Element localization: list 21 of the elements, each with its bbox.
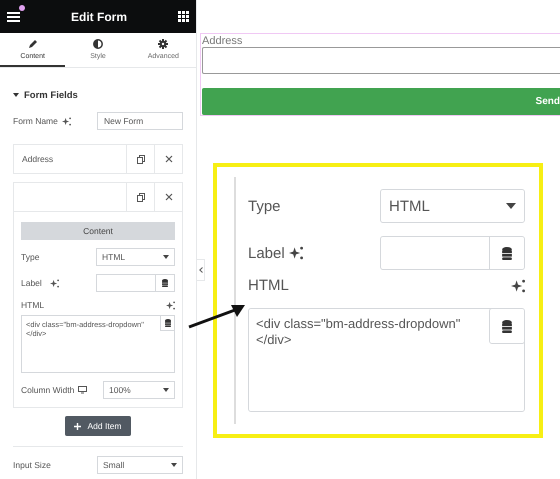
field-label: Form Name [13,116,58,126]
field-label: HTML [248,277,289,294]
type-select[interactable]: HTML [96,248,175,266]
field-label: Type [21,252,40,262]
html-textarea[interactable]: <div class="bm-address-dropdown" </div> [248,308,525,412]
input-size-select[interactable]: Small [97,456,183,474]
repeater-item-title[interactable]: Address [22,154,54,164]
content-tab[interactable]: Content [21,222,175,240]
column-width-select[interactable]: 100% [103,381,175,399]
field-label: Label [21,278,42,288]
field-label: Address [202,35,244,47]
panel-title: Edit Form [71,10,127,24]
field-label: HTML [21,300,44,310]
type-select[interactable]: HTML [380,189,525,223]
add-item-button[interactable]: Add Item [65,416,131,436]
section-toggle[interactable]: Form Fields [13,89,183,101]
form-name-input[interactable]: New Form [97,112,183,130]
field-label: Column Width [21,385,74,395]
field-label: Type [248,198,281,214]
field-label: Label [248,244,285,262]
field-label: Input Size [13,460,51,470]
